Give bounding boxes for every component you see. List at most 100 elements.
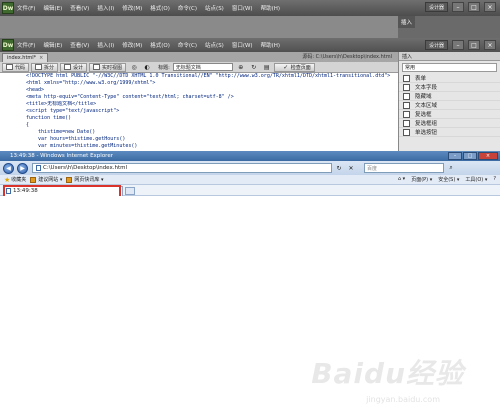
view-options-icon[interactable]: ▤ [262,63,272,72]
preview-icon[interactable]: ⊕ [236,63,246,72]
page-title-input[interactable]: 无标题文档 [172,63,233,71]
menu-file[interactable]: 文件(F) [17,41,35,49]
menu-window[interactable]: 窗口(W) [232,41,253,49]
menu-view[interactable]: 查看(V) [70,4,89,12]
new-tab-button[interactable] [125,187,135,195]
close-button[interactable]: × [484,40,496,50]
minimize-button[interactable]: – [452,40,464,50]
layout-selector[interactable]: 设计器 [424,2,448,12]
menu-format[interactable]: 格式(O) [150,41,170,49]
menu-edit[interactable]: 编辑(E) [43,4,62,12]
code-line: { [26,122,30,128]
design-view-button[interactable]: 设计 [60,62,88,72]
menu-insert[interactable]: 插入(I) [97,41,114,49]
radio-icon [403,128,410,136]
insert-checkbox[interactable]: 复选框 [399,110,500,119]
ie-maximize-button[interactable]: □ [463,152,477,160]
insert-category-select[interactable]: 常用 [402,63,497,72]
menu-site[interactable]: 站点(S) [205,41,224,49]
document-tab[interactable]: index.html* × [2,52,49,62]
refresh-icon[interactable]: ↻ [249,63,259,72]
ie-window-controls: – □ × [448,152,498,160]
split-view-button[interactable]: 拆分 [31,62,59,72]
menu-help[interactable]: 帮助(H) [261,4,280,12]
menu-commands[interactable]: 命令(C) [178,4,197,12]
dw-back-window-controls: 设计器 – □ × [424,2,496,12]
menu-help[interactable]: 帮助(H) [261,41,280,49]
home-icon[interactable]: ⌂ ▾ [398,176,405,183]
ie-close-button[interactable]: × [478,152,498,160]
insert-hidden-field[interactable]: 隐藏域 [399,92,500,101]
insert-textarea[interactable]: 文本区域 [399,101,500,110]
code-view-button[interactable]: 代码 [2,62,30,72]
file-path: 源码: C:\Users\h\Desktop\index.html [302,54,392,60]
code-view-label: 代码 [15,64,26,71]
dw-front-window-controls: 设计器 – □ × [424,40,496,50]
dw-back-panel: 插入 [398,16,500,38]
back-arrow-icon[interactable]: ◀ [3,162,14,174]
menu-file[interactable]: 文件(F) [17,4,35,12]
watermark: Baidu经验 [311,357,464,390]
insert-item-label: 复选框组 [415,121,438,127]
dw-logo: Dw [2,2,14,14]
menu-window[interactable]: 窗口(W) [232,4,253,12]
code-line: <head> [26,87,45,93]
menu-site[interactable]: 站点(S) [205,4,224,12]
split-icon [35,64,43,70]
menu-view[interactable]: 查看(V) [70,41,89,49]
ie-title-bar: 13:49:38 - Windows Internet Explorer – □… [0,151,500,161]
insert-item-label: 单选按钮 [415,130,438,136]
minimize-button[interactable]: – [452,2,464,12]
live-view-label: 实时视图 [102,64,123,71]
menu-modify[interactable]: 修改(M) [122,41,142,49]
code-line: <script type="text/javascript"> [26,108,120,114]
ie-minimize-button[interactable]: – [448,152,462,160]
code-line: <html xmlns="http://www.w3.org/1999/xhtm… [26,80,156,86]
page-menu[interactable]: 页面(P) ▾ [411,176,432,183]
ie-window-title: 13:49:38 - Windows Internet Explorer [10,153,113,159]
menu-modify[interactable]: 修改(M) [122,4,142,12]
maximize-button[interactable]: □ [468,2,480,12]
code-line: var minutes=thistime.getMinutes() [26,143,138,149]
insert-checkbox-group[interactable]: 复选框组 [399,119,500,128]
design-view-label: 设计 [73,64,84,71]
layout-selector[interactable]: 设计器 [424,40,448,50]
close-tab-icon[interactable]: × [39,55,43,61]
dw-back-workspace [0,16,398,38]
help-menu[interactable]: ? [493,176,496,183]
tools-menu[interactable]: 工具(O) ▾ [465,176,487,183]
insert-text-field[interactable]: 文本字段 [399,83,500,92]
suggested-sites-button[interactable]: 建议网站 ▾ [30,176,62,183]
title-label: 标题: [158,64,170,71]
document-tab-bar: index.html* × 源码: C:\Users\h\Desktop\ind… [0,52,398,62]
browser-icon[interactable]: ◐ [142,63,152,72]
maximize-button[interactable]: □ [468,40,480,50]
close-button[interactable]: × [484,2,496,12]
refresh-icon[interactable]: ↻ [334,163,344,173]
panel-title: 插入 [398,16,416,28]
menu-format[interactable]: 格式(O) [150,4,170,12]
code-lines[interactable]: <!DOCTYPE html PUBLIC "-//W3C//DTD XHTML… [26,73,396,151]
insert-form[interactable]: 表单 [399,74,500,83]
page-icon [36,165,41,171]
live-view-button[interactable]: 实时视图 [89,62,127,72]
insert-radio-button[interactable]: 单选按钮 [399,128,500,137]
menu-insert[interactable]: 插入(I) [97,4,114,12]
code-line: function time() [26,115,72,121]
safety-menu[interactable]: 安全(S) ▾ [438,176,459,183]
search-input[interactable]: 百度 [364,163,444,173]
address-bar[interactable]: C:\Users\h\Desktop\index.html [32,163,332,173]
dw-front-menubar: Dw 文件(F) 编辑(E) 查看(V) 插入(I) 修改(M) 格式(O) 命… [0,38,500,52]
check-page-button[interactable]: ✓ 检查页面 [273,62,315,72]
search-icon[interactable]: ⌕ [446,163,456,173]
split-view-label: 拆分 [44,64,55,71]
forward-arrow-icon[interactable]: ▶ [17,162,28,174]
inspect-icon[interactable]: ◎ [129,63,139,72]
stop-icon[interactable]: ✕ [346,163,356,173]
favorites-button[interactable]: ★ 收藏夹 [4,176,26,184]
web-slice-gallery-button[interactable]: 网页快讯库 ▾ [66,176,104,183]
address-text: C:\Users\h\Desktop\index.html [43,165,127,171]
menu-commands[interactable]: 命令(C) [178,41,197,49]
menu-edit[interactable]: 编辑(E) [43,41,62,49]
ie-command-bar: ⌂ ▾ 页面(P) ▾ 安全(S) ▾ 工具(O) ▾ ? [398,176,496,183]
